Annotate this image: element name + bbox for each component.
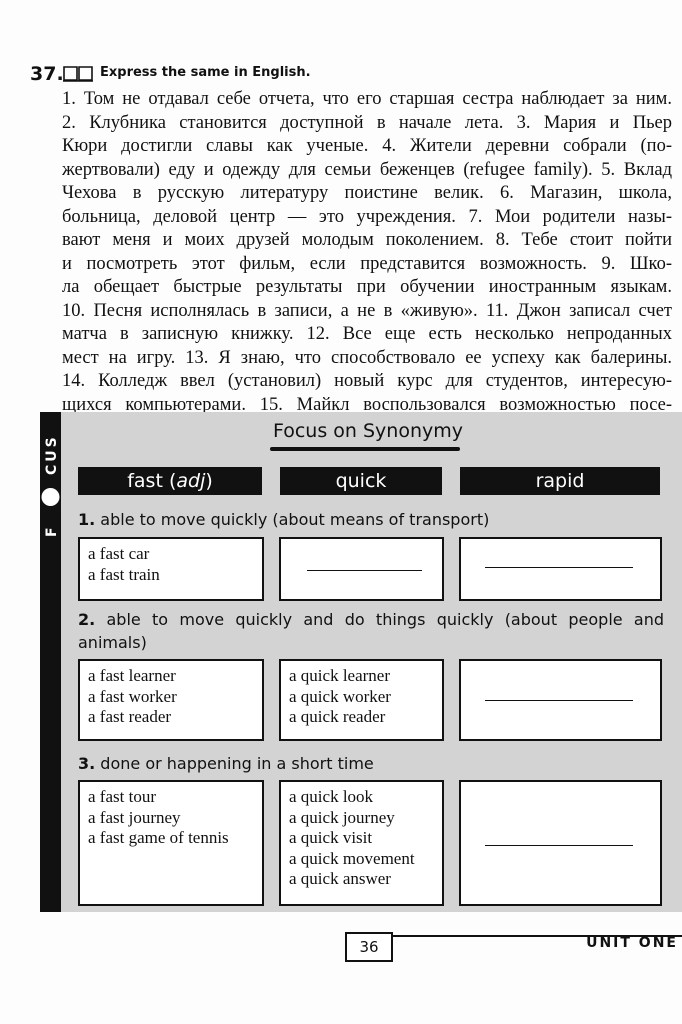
section-heading: 2. able to move quickly and do things qu…	[78, 608, 664, 654]
answer-blank[interactable]	[485, 567, 633, 568]
svg-text:CUS: CUS	[44, 434, 60, 475]
collocation: a quick look	[289, 787, 374, 806]
section-text: able to move quickly (about means of tra…	[95, 510, 490, 529]
collocation: a quick visit	[289, 828, 373, 847]
text-line: матча в записную книжку. 12. Все еще ест…	[62, 324, 672, 344]
collocation: a fast worker	[88, 686, 177, 706]
answer-blank[interactable]	[485, 845, 633, 846]
collocation: a quick movement	[289, 848, 415, 868]
exercise-instruction: Express the same in English.	[100, 65, 311, 80]
collocation: a fast car	[88, 544, 150, 563]
collocation: a fast tour	[88, 787, 156, 806]
focus-title: Focus on Synonymy	[272, 420, 464, 442]
section-text: able to move quickly and do things quick…	[78, 610, 664, 652]
text-line: вают меня и моих друзей молодым поколени…	[62, 230, 672, 250]
example-box-rapid	[459, 537, 662, 601]
answer-blank[interactable]	[307, 570, 422, 571]
collocation: a fast learner	[88, 666, 176, 685]
textbook-page: 37. Express the same in English. 1. Том …	[0, 0, 682, 1024]
text-line: 2. Клубника становится доступной в начал…	[62, 112, 672, 133]
text-line: 1. Том не отдавал себе отчета, что его с…	[62, 89, 672, 109]
example-box-quick: a quick learner a quick worker a quick rea…	[279, 659, 444, 741]
collocation: a quick learner	[289, 666, 390, 685]
text-line: ла обещает быстрые результаты при обучен…	[62, 277, 672, 297]
collocation: a quick worker	[289, 686, 391, 706]
collocation: a fast train	[88, 564, 160, 584]
example-box-fast: a fast learner a fast worker a fast reader	[78, 659, 264, 741]
collocation: a fast journey	[88, 807, 181, 827]
collocation: a quick journey	[289, 807, 395, 827]
focus-label-text: F	[44, 524, 60, 537]
collocation: a fast game of tennis	[88, 828, 229, 847]
example-box-fast: a fast car a fast train	[78, 537, 264, 601]
text-line: больница, деловой центр — это учреждения…	[62, 206, 672, 227]
page-number: 36	[345, 932, 393, 962]
answer-blank[interactable]	[485, 700, 633, 701]
exercise-number: 37.	[30, 63, 64, 85]
header-rapid: rapid	[460, 467, 660, 495]
text-line: Кюри достигли славы как ученые. 4. Жител…	[62, 136, 672, 156]
text-line: 10. Песня исполнялась в записи, а не в «…	[62, 300, 672, 321]
text-line: и посмотреть этот фильм, если представит…	[62, 253, 672, 274]
section-text: done or happening in a short time	[95, 754, 374, 773]
section-number: 3.	[78, 754, 96, 773]
collocation: a quick reader	[289, 707, 386, 726]
example-box-quick: a quick look a quick journey a quick visit…	[279, 780, 444, 906]
section-number: 2.	[78, 610, 96, 629]
text-line: 14. Колледж ввел (установил) новый курс …	[62, 371, 672, 391]
exercise-text: 1. Том не отдавал себе отчета, что его с…	[62, 88, 672, 441]
focus-side-label: F CUS	[41, 434, 60, 537]
focus-circle	[41, 488, 60, 506]
text-line: мест на игру. 13. Я знаю, что способство…	[62, 347, 672, 368]
collocation: a fast reader	[88, 707, 172, 726]
example-box-rapid	[459, 780, 662, 906]
header-quick: quick	[280, 467, 442, 495]
unit-label: UNIT ONE	[586, 935, 678, 951]
collocation: a quick answer	[289, 869, 391, 888]
header-fast: fast (adj)	[78, 467, 262, 495]
section-heading: 1. able to move quickly (about means of …	[78, 508, 664, 531]
text-line: Чехова в русскую литературу поистине вел…	[62, 183, 672, 203]
example-box-fast: a fast tour a fast journey a fast game of …	[78, 780, 264, 906]
section-heading: 3. done or happening in a short time	[78, 752, 664, 775]
section-number: 1.	[78, 510, 96, 529]
text-line: жертвовали) еду и одежду для семьи бежен…	[62, 159, 672, 180]
title-underline	[270, 447, 460, 451]
open-book-icon	[63, 66, 93, 82]
example-box-quick	[279, 537, 444, 601]
